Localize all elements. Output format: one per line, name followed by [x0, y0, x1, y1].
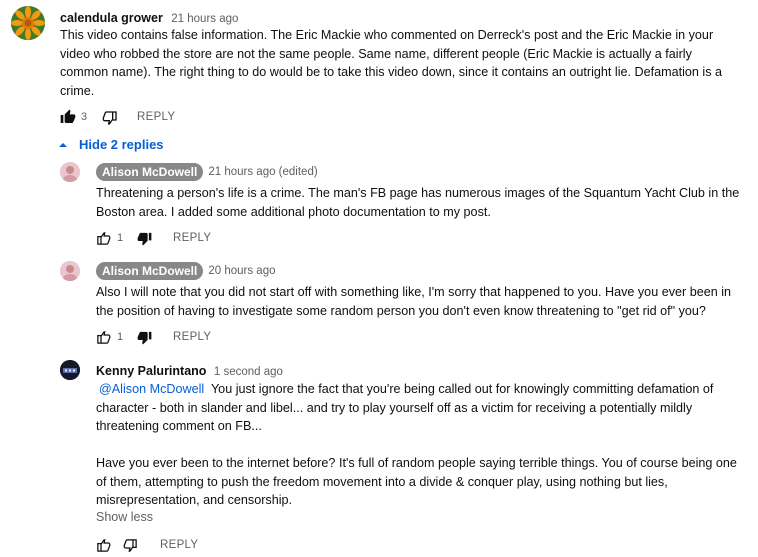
reply-text-segment: You just ignore the fact that you're bei… — [204, 382, 714, 396]
reply-button[interactable]: REPLY — [137, 111, 175, 123]
thumb-down-icon[interactable] — [123, 538, 138, 553]
comment-text-line: crime. — [60, 83, 95, 98]
reply-button[interactable]: REPLY — [173, 331, 211, 343]
reply-button[interactable]: REPLY — [160, 539, 198, 551]
reply-time[interactable]: 1 second ago — [214, 366, 283, 378]
comment-time[interactable]: 21 hours ago — [171, 13, 238, 25]
comment-header: calendula grower 21 hours ago — [60, 9, 238, 27]
reply-text-blank-line — [96, 436, 751, 455]
thumb-down-icon[interactable] — [102, 110, 118, 126]
comment-text-line: common name). The right thing to do woul… — [60, 65, 723, 79]
reply-text-line: the position of having to investigate so… — [96, 303, 706, 318]
reply-text-line: misrepresentation, and censorship. — [96, 493, 293, 507]
reply-text-line: Also I will note that you did not start … — [96, 285, 732, 299]
reply-author[interactable]: Alison McDowell — [96, 163, 204, 181]
hide-replies-label: Hide 2 replies — [79, 137, 164, 152]
thumb-up-icon[interactable] — [96, 231, 111, 246]
avatar-kenny-palurintano[interactable] — [60, 360, 80, 380]
reply-text: Threatening a person's life is a crime. … — [96, 184, 751, 221]
reply-text: Also I will note that you did not start … — [96, 283, 751, 320]
reply-header: Alison McDowell 21 hours ago (edited) — [96, 163, 318, 181]
comment-text-line: video who robbed the store are not the s… — [60, 46, 692, 61]
chevron-up-icon — [59, 142, 67, 147]
avatar-alison-mcdowell[interactable] — [60, 261, 80, 281]
thumb-up-icon[interactable] — [96, 330, 111, 345]
reply-text-line: Threatening a person's life is a crime. … — [96, 186, 740, 200]
avatar-alison-mcdowell[interactable] — [60, 162, 80, 182]
reply-time[interactable]: 21 hours ago (edited) — [208, 166, 317, 178]
reply-text-line: threatening comment on FB... — [96, 419, 262, 433]
like-count: 1 — [117, 331, 124, 343]
like-count: 3 — [81, 111, 88, 123]
flower-avatar-image — [11, 6, 45, 40]
reply-author[interactable]: Kenny Palurintano — [96, 364, 206, 378]
mention-link[interactable]: @Alison McDowell — [99, 382, 204, 396]
reply-time[interactable]: 20 hours ago — [208, 265, 275, 277]
reply-header: Alison McDowell 20 hours ago — [96, 262, 275, 280]
person-avatar-image — [60, 261, 80, 281]
avatar-calendula-grower[interactable] — [11, 6, 45, 40]
hide-replies-toggle[interactable]: Hide 2 replies — [58, 137, 164, 152]
thumb-up-icon[interactable] — [60, 109, 76, 125]
like-count: 1 — [117, 232, 124, 244]
reply-header: Kenny Palurintano 1 second ago — [96, 362, 283, 380]
reply-author[interactable]: Alison McDowell — [96, 262, 204, 280]
comment-author[interactable]: calendula grower — [60, 11, 163, 25]
logo-avatar-image — [60, 360, 80, 380]
show-less-button[interactable]: Show less — [96, 510, 153, 524]
person-avatar-image — [60, 162, 80, 182]
comment-text-line: This video contains false information. T… — [60, 28, 714, 42]
reply-button[interactable]: REPLY — [173, 232, 211, 244]
comment-text: This video contains false information. T… — [60, 26, 750, 100]
reply-text-line: character - both in slander and libel...… — [96, 400, 693, 415]
thumb-down-icon[interactable] — [137, 330, 152, 345]
reply-text-line: of them, attempting to push the freedom … — [96, 474, 668, 489]
thumb-up-icon[interactable] — [96, 538, 111, 553]
reply-text-line: @Alison McDowell You just ignore the fac… — [96, 380, 751, 399]
reply-text: @Alison McDowell You just ignore the fac… — [96, 380, 751, 510]
reply-text-line: Boston area. I added some additional pho… — [96, 204, 491, 219]
reply-text-line: Have you ever been to the internet befor… — [96, 456, 737, 470]
thumb-down-icon[interactable] — [137, 231, 152, 246]
